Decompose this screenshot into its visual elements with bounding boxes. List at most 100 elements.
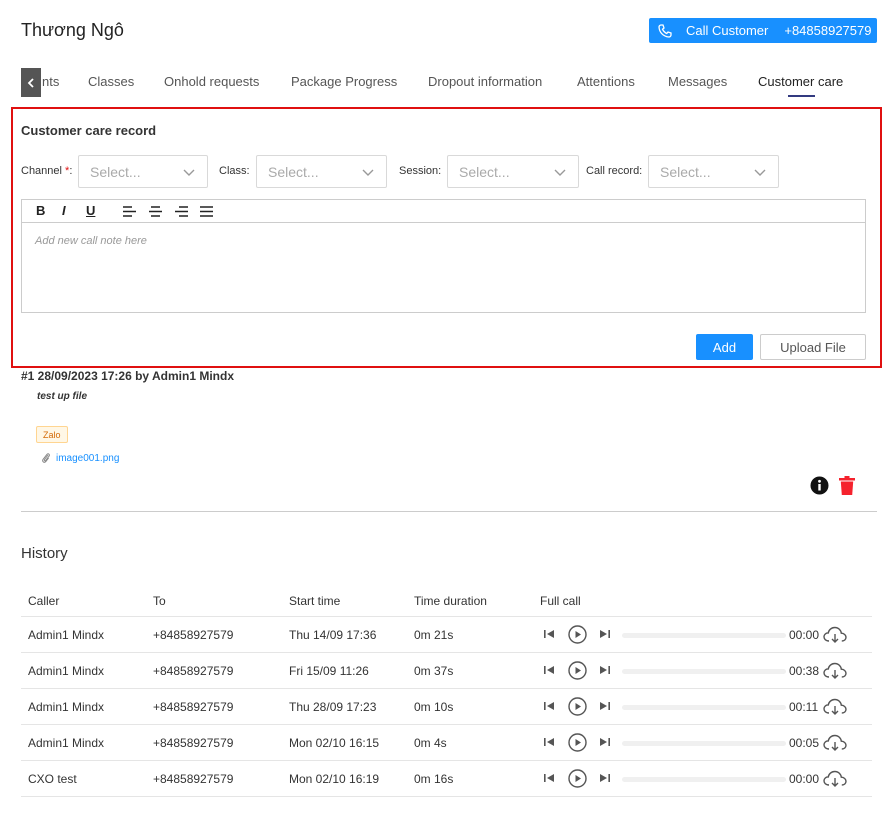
play-icon[interactable] [568,733,587,752]
skip-next-icon[interactable] [599,664,611,676]
audio-time: 00:05 [789,736,820,750]
editor-placeholder: Add new call note here [35,235,147,247]
info-icon[interactable] [810,476,829,495]
skip-next-icon[interactable] [599,628,611,640]
play-icon[interactable] [568,697,587,716]
upload-file-button[interactable]: Upload File [760,334,866,360]
column-header-to: To [153,594,166,608]
start-time-cell: Thu 28/09 17:23 [289,700,377,714]
class-label: Class: [219,165,250,177]
chevron-down-icon [554,169,566,176]
skip-next-icon[interactable] [599,736,611,748]
play-icon[interactable] [568,625,587,644]
column-header-caller: Caller [28,594,60,608]
tab-bar: nts Classes Onhold requests Package Prog… [21,68,877,98]
skip-next-icon[interactable] [599,700,611,712]
attachment-filename: image001.png [56,452,120,464]
align-right-icon[interactable] [175,206,188,217]
audio-time: 00:11 [789,700,819,714]
underline-button[interactable]: U [86,203,95,218]
cloud-download-icon[interactable] [823,770,847,788]
chevron-down-icon [754,169,766,176]
align-justify-icon[interactable] [200,206,213,217]
cloud-download-icon[interactable] [823,698,847,716]
audio-progress-bar[interactable] [622,777,786,782]
italic-button[interactable]: I [62,203,66,218]
play-icon[interactable] [568,661,587,680]
skip-previous-icon[interactable] [543,772,555,784]
skip-previous-icon[interactable] [543,700,555,712]
page-title: Thương Ngô [21,20,124,40]
tab-dropout-information[interactable]: Dropout information [428,74,542,89]
to-cell: +84858927579 [153,664,234,678]
caller-cell: Admin1 Mindx [28,736,105,750]
column-header-full-call: Full call [540,594,581,608]
audio-player: 00:05 [539,733,869,753]
audio-progress-bar[interactable] [622,705,786,710]
start-time-cell: Fri 15/09 11:26 [289,664,369,678]
duration-cell: 0m 37s [414,664,454,678]
phone-icon [658,23,672,38]
audio-player: 00:00 [539,625,869,645]
to-cell: +84858927579 [153,700,234,714]
duration-cell: 0m 21s [414,628,454,642]
start-time-cell: Mon 02/10 16:19 [289,772,380,786]
skip-previous-icon[interactable] [543,736,555,748]
align-left-icon[interactable] [123,206,136,217]
audio-progress-bar[interactable] [622,741,786,746]
caller-cell: CXO test [28,772,77,786]
tab-classes[interactable]: Classes [88,74,134,89]
call-note-editor[interactable]: B I U Add new call note here [21,199,866,313]
bold-button[interactable]: B [36,203,45,218]
start-time-cell: Thu 14/09 17:36 [289,628,377,642]
column-header-start-time: Start time [289,594,341,608]
table-row: Admin1 Mindx +84858927579 Mon 02/10 16:15 0… [21,725,872,761]
audio-progress-bar[interactable] [622,633,786,638]
tab-messages[interactable]: Messages [668,74,727,89]
audio-player: 00:11 [539,697,869,717]
call-record-select[interactable]: Select... [648,155,779,188]
tab-scroll-left-button[interactable] [21,68,41,97]
tab-students[interactable]: nts [42,74,59,89]
tab-package-progress[interactable]: Package Progress [291,74,397,89]
call-record-label: Call record: [586,165,643,177]
customer-care-record-panel: Customer care record Channel *: Select..… [11,107,882,368]
care-record-title: Customer care record [21,123,157,138]
tab-customer-care[interactable]: Customer care [758,74,843,89]
table-row: Admin1 Mindx +84858927579 Thu 28/09 17:23 0… [21,689,872,725]
history-table: Caller To Start time Time duration Full … [21,583,872,797]
skip-previous-icon[interactable] [543,628,555,640]
chevron-down-icon [362,169,374,176]
skip-next-icon[interactable] [599,772,611,784]
trash-icon[interactable] [839,476,855,495]
align-center-icon[interactable] [149,206,162,217]
call-customer-button[interactable]: Call Customer +84858927579 [649,18,877,43]
call-customer-number: +84858927579 [784,23,872,38]
chevron-left-icon [27,77,34,88]
cloud-download-icon[interactable] [823,626,847,644]
skip-previous-icon[interactable] [543,664,555,676]
attachment-link[interactable]: image001.png [41,452,119,464]
active-tab-indicator [788,95,815,97]
chevron-down-icon [183,169,195,176]
table-row: Admin1 Mindx +84858927579 Thu 14/09 17:36 0… [21,617,872,653]
audio-progress-bar[interactable] [622,669,786,674]
duration-cell: 0m 16s [414,772,454,786]
channel-select[interactable]: Select... [78,155,208,188]
to-cell: +84858927579 [153,628,234,642]
table-row: Admin1 Mindx +84858927579 Fri 15/09 11:26 0… [21,653,872,689]
record-heading: #1 28/09/2023 17:26 by Admin1 Mindx [21,369,234,383]
cloud-download-icon[interactable] [823,662,847,680]
play-icon[interactable] [568,769,587,788]
tab-attentions[interactable]: Attentions [577,74,635,89]
duration-cell: 0m 4s [414,736,447,750]
audio-player: 00:38 [539,661,869,681]
channel-tag: Zalo [36,426,68,443]
call-customer-label: Call Customer [686,23,769,38]
to-cell: +84858927579 [153,736,234,750]
tab-onhold-requests[interactable]: Onhold requests [164,74,259,89]
class-select[interactable]: Select... [256,155,387,188]
cloud-download-icon[interactable] [823,734,847,752]
add-button[interactable]: Add [696,334,753,360]
session-select[interactable]: Select... [447,155,579,188]
